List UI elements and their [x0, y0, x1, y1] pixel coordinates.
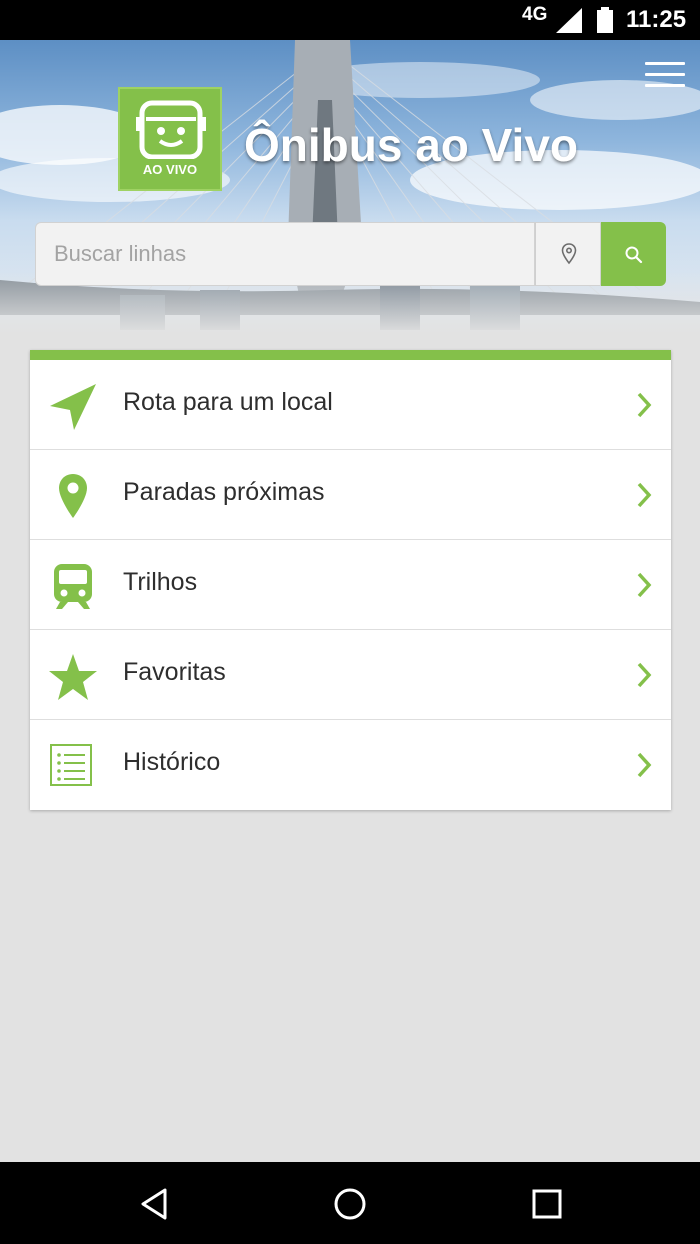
menu-item-label: Favoritas [123, 658, 226, 686]
menu-item-label: Paradas próximas [123, 478, 325, 506]
menu-item-label: Histórico [123, 748, 221, 776]
chevron-right-icon [637, 572, 652, 598]
magnifier-icon [625, 246, 643, 264]
app-logo: AO VIVO [118, 87, 222, 191]
system-nav-bar [0, 1162, 700, 1244]
home-icon[interactable] [330, 1186, 370, 1222]
signal-icon [556, 8, 582, 33]
menu-item-rails[interactable]: Trilhos [30, 540, 671, 630]
app-title: Ônibus ao Vivo [244, 119, 578, 171]
star-icon [49, 654, 97, 700]
recent-apps-icon[interactable] [527, 1186, 567, 1222]
train-icon [54, 564, 92, 609]
network-type: 4G [522, 4, 548, 25]
menu-item-label: Trilhos [123, 568, 198, 596]
chevron-right-icon [637, 392, 652, 418]
location-pin-icon [561, 243, 577, 265]
chevron-right-icon [637, 752, 652, 778]
location-button[interactable] [535, 222, 601, 286]
map-pin-icon [59, 474, 87, 518]
status-bar: 4G 11:25 [0, 0, 700, 40]
main-menu: Rota para um local Paradas próximas Tril… [30, 350, 671, 810]
menu-item-favorites[interactable]: Favoritas [30, 630, 671, 720]
menu-item-nearby-stops[interactable]: Paradas próximas [30, 450, 671, 540]
hamburger-menu-icon[interactable] [645, 62, 685, 98]
menu-item-label: Rota para um local [123, 388, 333, 416]
logo-text: AO VIVO [142, 162, 198, 177]
battery-icon [597, 7, 613, 33]
navigation-arrow-icon [50, 384, 96, 430]
search-button[interactable] [601, 222, 666, 286]
list-icon [50, 744, 92, 786]
search-bar [35, 222, 666, 286]
chevron-right-icon [637, 482, 652, 508]
back-icon[interactable] [135, 1186, 175, 1222]
search-input[interactable] [35, 222, 535, 286]
chevron-right-icon [637, 662, 652, 688]
menu-item-route[interactable]: Rota para um local [30, 360, 671, 450]
clock: 11:25 [626, 6, 687, 33]
header-banner [0, 40, 700, 332]
bus-icon [136, 100, 206, 159]
menu-item-history[interactable]: Histórico [30, 720, 671, 810]
